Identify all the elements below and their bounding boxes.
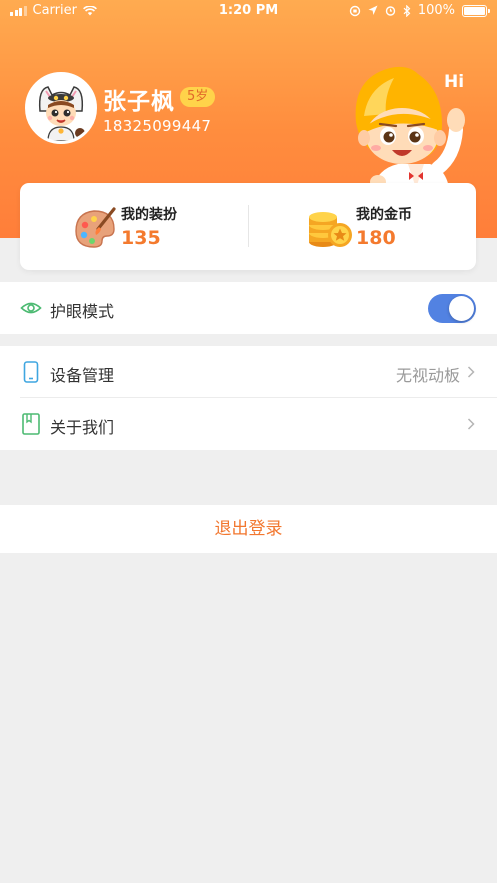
status-bar: Carrier 1:20 PM 100%	[0, 0, 497, 22]
coins-icon	[309, 212, 352, 247]
phone-icon	[23, 361, 39, 383]
device-management-row[interactable]: 设备管理 无视动板	[0, 346, 497, 398]
toggle-knob	[449, 296, 474, 321]
eye-icon	[20, 302, 42, 314]
cat-costume-kid-avatar-icon	[28, 75, 94, 141]
battery-icon	[462, 4, 490, 17]
avatar[interactable]	[25, 72, 97, 144]
chevron-right-icon	[467, 366, 475, 378]
device-management-label: 设备管理	[50, 366, 115, 385]
coins-label: 我的金币	[356, 207, 412, 223]
palette-icon	[75, 207, 116, 248]
alarm-icon	[385, 6, 396, 16]
my-coins[interactable]: 我的金币 180	[307, 183, 497, 270]
book-icon	[22, 413, 40, 435]
outfits-count: 135	[121, 227, 161, 249]
eye-care-toggle[interactable]	[428, 294, 476, 323]
bluetooth-icon	[403, 4, 411, 17]
battery-percent: 100%	[417, 3, 455, 18]
user-name: 张子枫	[103, 89, 175, 115]
greeting-text: Hi	[444, 72, 465, 92]
logout-button[interactable]: 退出登录	[0, 505, 497, 553]
location-icon	[368, 5, 378, 15]
my-outfits[interactable]: 我的装扮 135	[72, 183, 272, 270]
eye-care-row: 护眼模式	[0, 282, 497, 334]
chevron-right-icon	[467, 418, 475, 430]
coins-count: 180	[356, 227, 396, 249]
settings-section: 设备管理 无视动板 关于我们	[0, 346, 497, 450]
card-divider	[248, 205, 249, 247]
about-us-label: 关于我们	[50, 418, 115, 437]
eye-care-section: 护眼模式	[0, 282, 497, 334]
orientation-lock-icon	[349, 5, 361, 16]
outfits-label: 我的装扮	[121, 207, 177, 223]
device-name-value: 无视动板	[395, 366, 460, 385]
stats-card: 我的装扮 135 我的金币 180	[20, 183, 476, 270]
age-badge: 5岁	[180, 87, 216, 107]
eye-care-label: 护眼模式	[50, 302, 115, 321]
about-us-row[interactable]: 关于我们	[0, 398, 497, 450]
phone-number: 18325099447	[103, 117, 212, 135]
